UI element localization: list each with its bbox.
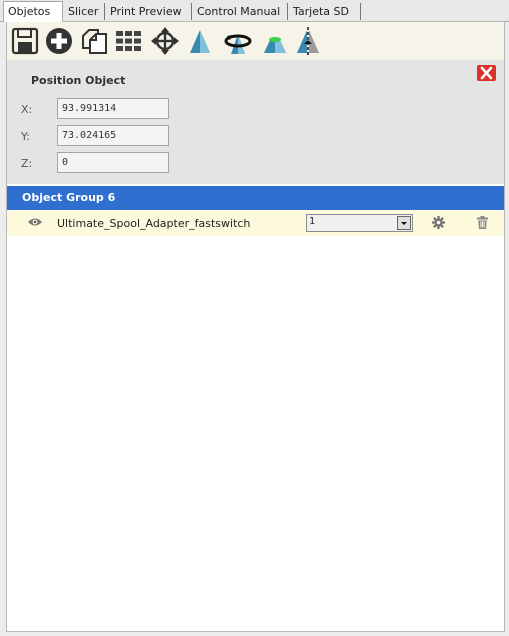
chevron-down-icon: [401, 222, 407, 225]
object-name: Ultimate_Spool_Adapter_fastswitch: [57, 217, 251, 230]
tab-slicer[interactable]: Slicer: [64, 3, 105, 20]
object-group-header[interactable]: Object Group 6: [7, 186, 504, 210]
cut-icon[interactable]: [260, 26, 290, 56]
close-icon: [480, 66, 493, 80]
autoposition-icon[interactable]: [114, 26, 144, 56]
copies-select[interactable]: 1: [306, 214, 413, 232]
tab-tarjeta-sd[interactable]: Tarjeta SD: [289, 3, 361, 20]
y-field[interactable]: 73.024165: [57, 125, 169, 146]
x-label: X:: [21, 103, 33, 116]
scale-icon[interactable]: [185, 26, 215, 56]
z-label: Z:: [21, 157, 33, 170]
add-icon[interactable]: [44, 26, 74, 56]
close-button[interactable]: [477, 65, 496, 81]
center-icon[interactable]: [150, 26, 180, 56]
copy-icon[interactable]: [79, 26, 109, 56]
copies-value: 1: [309, 216, 316, 227]
tab-bar: Objetos Slicer Print Preview Control Man…: [0, 0, 509, 22]
tab-control-manual[interactable]: Control Manual: [193, 3, 288, 20]
tab-objetos[interactable]: Objetos: [3, 1, 63, 22]
dropdown-button[interactable]: [397, 216, 411, 230]
section-title: Position Object: [31, 74, 126, 87]
position-object-section: Position Object X: 93.991314 Y: 73.02416…: [7, 60, 504, 184]
rotate-icon[interactable]: [223, 26, 253, 56]
trash-icon[interactable]: [477, 216, 488, 229]
y-label: Y:: [21, 130, 30, 143]
toolbar: [7, 22, 504, 60]
tab-print-preview[interactable]: Print Preview: [106, 3, 192, 20]
eye-icon[interactable]: [27, 217, 43, 227]
list-item[interactable]: Ultimate_Spool_Adapter_fastswitch 1: [7, 210, 504, 236]
gear-icon[interactable]: [432, 216, 445, 229]
x-field[interactable]: 93.991314: [57, 98, 169, 119]
save-icon[interactable]: [10, 26, 40, 56]
objects-panel: Position Object X: 93.991314 Y: 73.02416…: [6, 21, 505, 632]
mirror-icon[interactable]: [293, 26, 323, 56]
z-field[interactable]: 0: [57, 152, 169, 173]
